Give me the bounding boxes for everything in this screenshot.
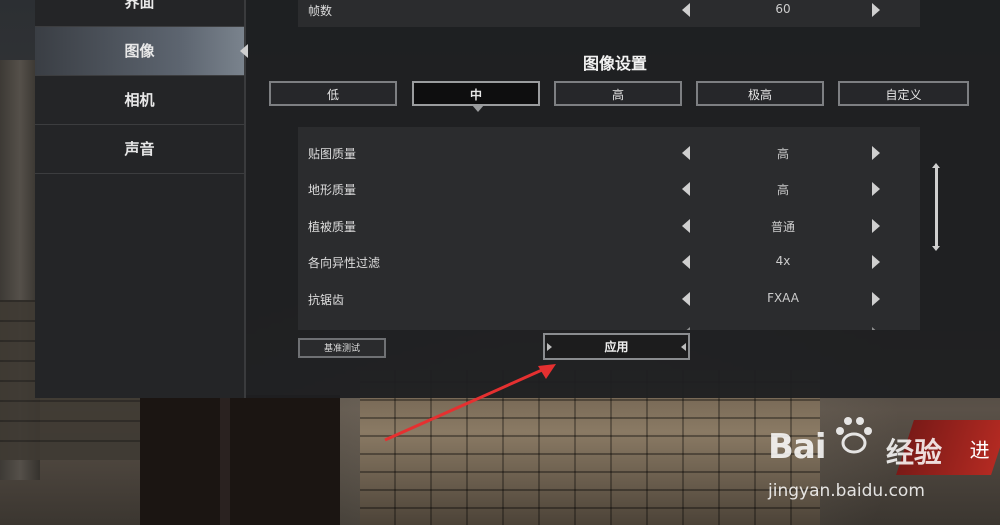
- baidu-watermark: Bai 经验 jingyan.baidu.com: [768, 415, 998, 525]
- paw-icon: [836, 417, 872, 454]
- watermark-brand: Bai: [768, 427, 827, 467]
- watermark-brand-cn: 经验: [886, 436, 943, 469]
- watermark-url: jingyan.baidu.com: [768, 481, 925, 501]
